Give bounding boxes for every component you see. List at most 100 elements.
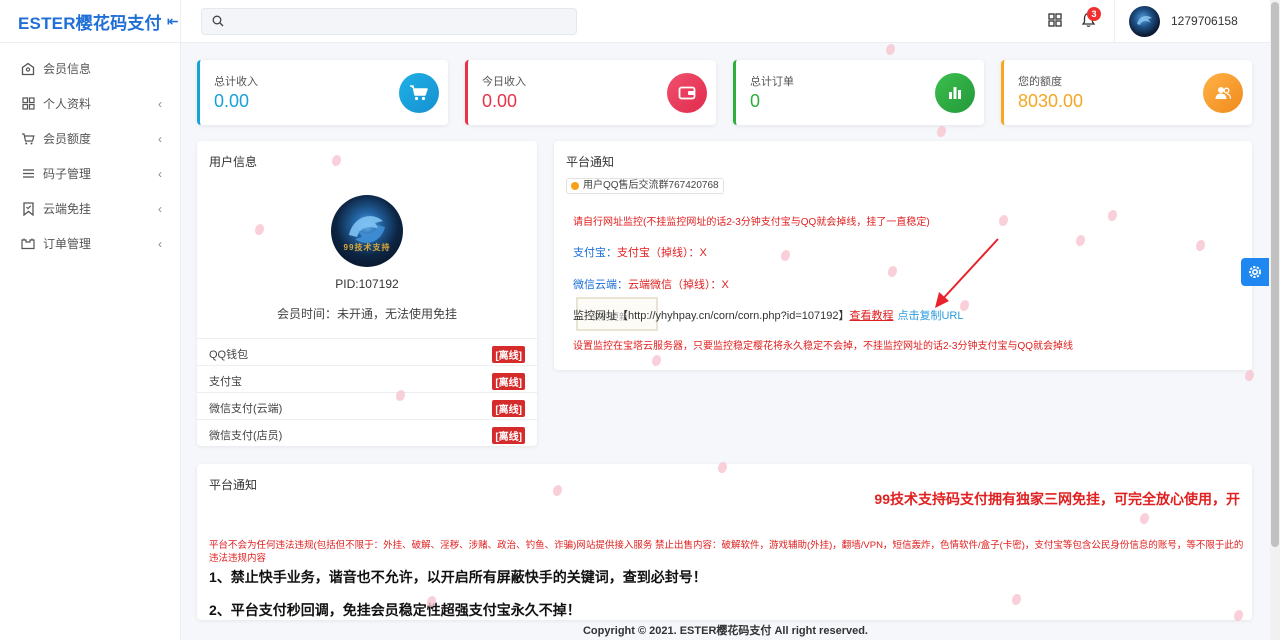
stat-card-total-income: 总计收入 0.00 — [197, 60, 448, 125]
brand: ESTER樱花码支付 ⇤ — [0, 0, 180, 43]
cart-icon — [20, 131, 36, 147]
stat-label: 总计订单 — [750, 76, 794, 88]
bookmark-icon — [20, 201, 36, 217]
bar-chart-icon — [935, 73, 975, 113]
status-badge: [离线] — [492, 400, 525, 417]
stat-card-total-orders: 总计订单 0 — [733, 60, 984, 125]
user-info-panel: 用户信息 99技术支持 PID:107192 会员时间：未开通，无法使用免挂 Q… — [197, 141, 537, 446]
platform-notice-panel: 平台通知 用户QQ售后交流群767420768 请自行网址监控(不挂监控网址的话… — [554, 141, 1252, 370]
search-box[interactable] — [201, 8, 577, 35]
username[interactable]: 1279706158 — [1171, 14, 1238, 28]
notice-line: 请自行网址监控(不挂监控网址的话2-3分钟支付宝与QQ就会掉线，挂了一直稳定) — [573, 217, 930, 228]
petal-decoration — [937, 126, 946, 137]
rule-line: 1、禁止快手业务，谐音也不允许，以开启所有屏蔽快手的关键词，查到必封号！ — [209, 569, 707, 585]
list-item: 微信支付(云端) [离线] — [197, 392, 537, 419]
sidebar-item-profile[interactable]: 个人资料 ‹ — [0, 86, 180, 121]
cart-icon — [399, 73, 439, 113]
qq-group-tag: 用户QQ售后交流群767420768 — [566, 178, 724, 194]
monitor-url-text: 监控网址【http://yhyhpay.cn/corn/corn.php?id=… — [573, 310, 850, 322]
stat-value: 0.00 — [482, 91, 518, 111]
grid-icon — [20, 96, 36, 112]
status-badge: [离线] — [492, 427, 525, 444]
chevron-left-icon: ‹ — [158, 201, 162, 216]
sidebar: ESTER樱花码支付 ⇤ 会员信息 个人资料 ‹ 会员额度 ‹ 码子管理 ‹ 云… — [0, 0, 181, 640]
chevron-left-icon: ‹ — [158, 96, 162, 111]
apps-grid-icon[interactable] — [1048, 13, 1062, 30]
search-input[interactable] — [230, 12, 560, 31]
users-icon — [1203, 73, 1243, 113]
alipay-label: 支付宝： — [573, 247, 617, 259]
list-icon — [20, 166, 36, 182]
member-time-text: 会员时间：未开通，无法使用免挂 — [276, 307, 457, 321]
footer: Copyright © 2021. ESTER樱花码支付 All right r… — [582, 625, 868, 637]
panel-title: 用户信息 — [209, 155, 258, 169]
folder-icon — [20, 236, 36, 252]
list-item: 微信支付(店员) [离线] — [197, 419, 537, 446]
status-badge: [离线] — [492, 373, 525, 390]
sidebar-item-label: 会员信息 — [43, 62, 92, 76]
wallet-icon — [667, 73, 707, 113]
stat-label: 总计收入 — [214, 76, 258, 88]
sidebar-nav: 会员信息 个人资料 ‹ 会员额度 ‹ 码子管理 ‹ 云端免挂 ‹ 订单管理 ‹ — [0, 43, 180, 261]
chevron-left-icon: ‹ — [158, 166, 162, 181]
notice-line: 设置监控在宝塔云服务器，只要监控稳定樱花将永久稳定不会掉，不挂监控网址的话2-3… — [573, 341, 1074, 352]
user-icon — [20, 61, 36, 77]
status-badge: [离线] — [492, 346, 525, 363]
pid-text: PID:107192 — [335, 277, 399, 291]
payment-label: 微信支付(云端) — [209, 403, 283, 415]
monitor-url: 监控网址【http://yhyhpay.cn/corn/corn.php?id=… — [573, 307, 964, 323]
notification-badge: 3 — [1087, 7, 1101, 21]
bottom-notice-panel: 平台通知 99技术支持码支付拥有独家三网免挂，可完全放心使用，开 平台不会为任何… — [197, 464, 1252, 620]
stat-label: 今日收入 — [482, 76, 526, 88]
stat-value: 0 — [750, 91, 761, 111]
payment-label: 微信支付(店员) — [209, 430, 283, 442]
sidebar-item-cloud[interactable]: 云端免挂 ‹ — [0, 191, 180, 226]
gear-icon — [1249, 266, 1261, 278]
wechat-status-text: 云端微信（掉线）：X — [628, 279, 729, 291]
avatar-watermark-text: 99技术支持 — [343, 243, 391, 252]
sidebar-item-label: 个人资料 — [43, 97, 92, 111]
collapse-left-icon[interactable]: ⇤ — [167, 13, 179, 30]
panel-title: 平台通知 — [566, 155, 615, 169]
stat-value: 8030.00 — [1018, 91, 1084, 111]
payment-label: 支付宝 — [209, 376, 242, 388]
sidebar-item-label: 会员额度 — [43, 132, 92, 146]
sidebar-item-orders[interactable]: 订单管理 ‹ — [0, 226, 180, 261]
chevron-left-icon: ‹ — [158, 236, 162, 251]
avatar: 99技术支持 — [331, 195, 403, 267]
topbar: 3 1279706158 — [181, 0, 1270, 43]
sidebar-item-label: 码子管理 — [43, 167, 92, 181]
stat-card-quota: 您的额度 8030.00 — [1001, 60, 1252, 125]
stat-label: 您的额度 — [1018, 76, 1062, 88]
sidebar-item-label: 订单管理 — [43, 237, 92, 251]
list-item: QQ钱包 [离线] — [197, 338, 537, 365]
payment-label: QQ钱包 — [209, 349, 249, 361]
wechat-status: 微信云端：云端微信（掉线）：X — [573, 276, 729, 292]
alipay-status-text: 支付宝（掉线）：X — [617, 247, 707, 259]
settings-button[interactable] — [1241, 258, 1269, 286]
sidebar-item-member-quota[interactable]: 会员额度 ‹ — [0, 121, 180, 156]
alipay-status: 支付宝：支付宝（掉线）：X — [573, 244, 707, 260]
headline-text: 99技术支持码支付拥有独家三网免挂，可完全放心使用，开 — [874, 491, 1240, 507]
sidebar-item-code-manage[interactable]: 码子管理 ‹ — [0, 156, 180, 191]
search-icon — [212, 15, 224, 30]
sidebar-item-label: 云端免挂 — [43, 202, 92, 216]
header-divider — [1114, 0, 1115, 43]
status-dot-icon — [571, 182, 579, 190]
chevron-left-icon: ‹ — [158, 131, 162, 146]
stat-value: 0.00 — [214, 91, 250, 111]
tutorial-link[interactable]: 查看教程 — [849, 310, 893, 322]
petal-decoration — [886, 44, 895, 55]
qq-group-text: 用户QQ售后交流群767420768 — [583, 180, 719, 191]
brand-name[interactable]: ESTER樱花码支付 — [18, 9, 162, 34]
avatar[interactable] — [1129, 6, 1160, 37]
rule-line: 2、平台支付秒回调，免挂会员稳定性超强支付宝永久不掉！ — [209, 602, 581, 618]
stat-card-today-income: 今日收入 0.00 — [465, 60, 716, 125]
petal-decoration — [1245, 370, 1254, 381]
list-item: 支付宝 [离线] — [197, 365, 537, 392]
disclaimer-text: 平台不会为任何违法违规(包括但不限于：外挂、破解、淫秽、涉赌、政治、钓鱼、诈骗)… — [209, 540, 1244, 564]
scrollbar-thumb[interactable] — [1271, 2, 1279, 547]
panel-title: 平台通知 — [209, 478, 258, 492]
sidebar-item-member-info[interactable]: 会员信息 — [0, 51, 180, 86]
wechat-label: 微信云端： — [573, 279, 628, 291]
